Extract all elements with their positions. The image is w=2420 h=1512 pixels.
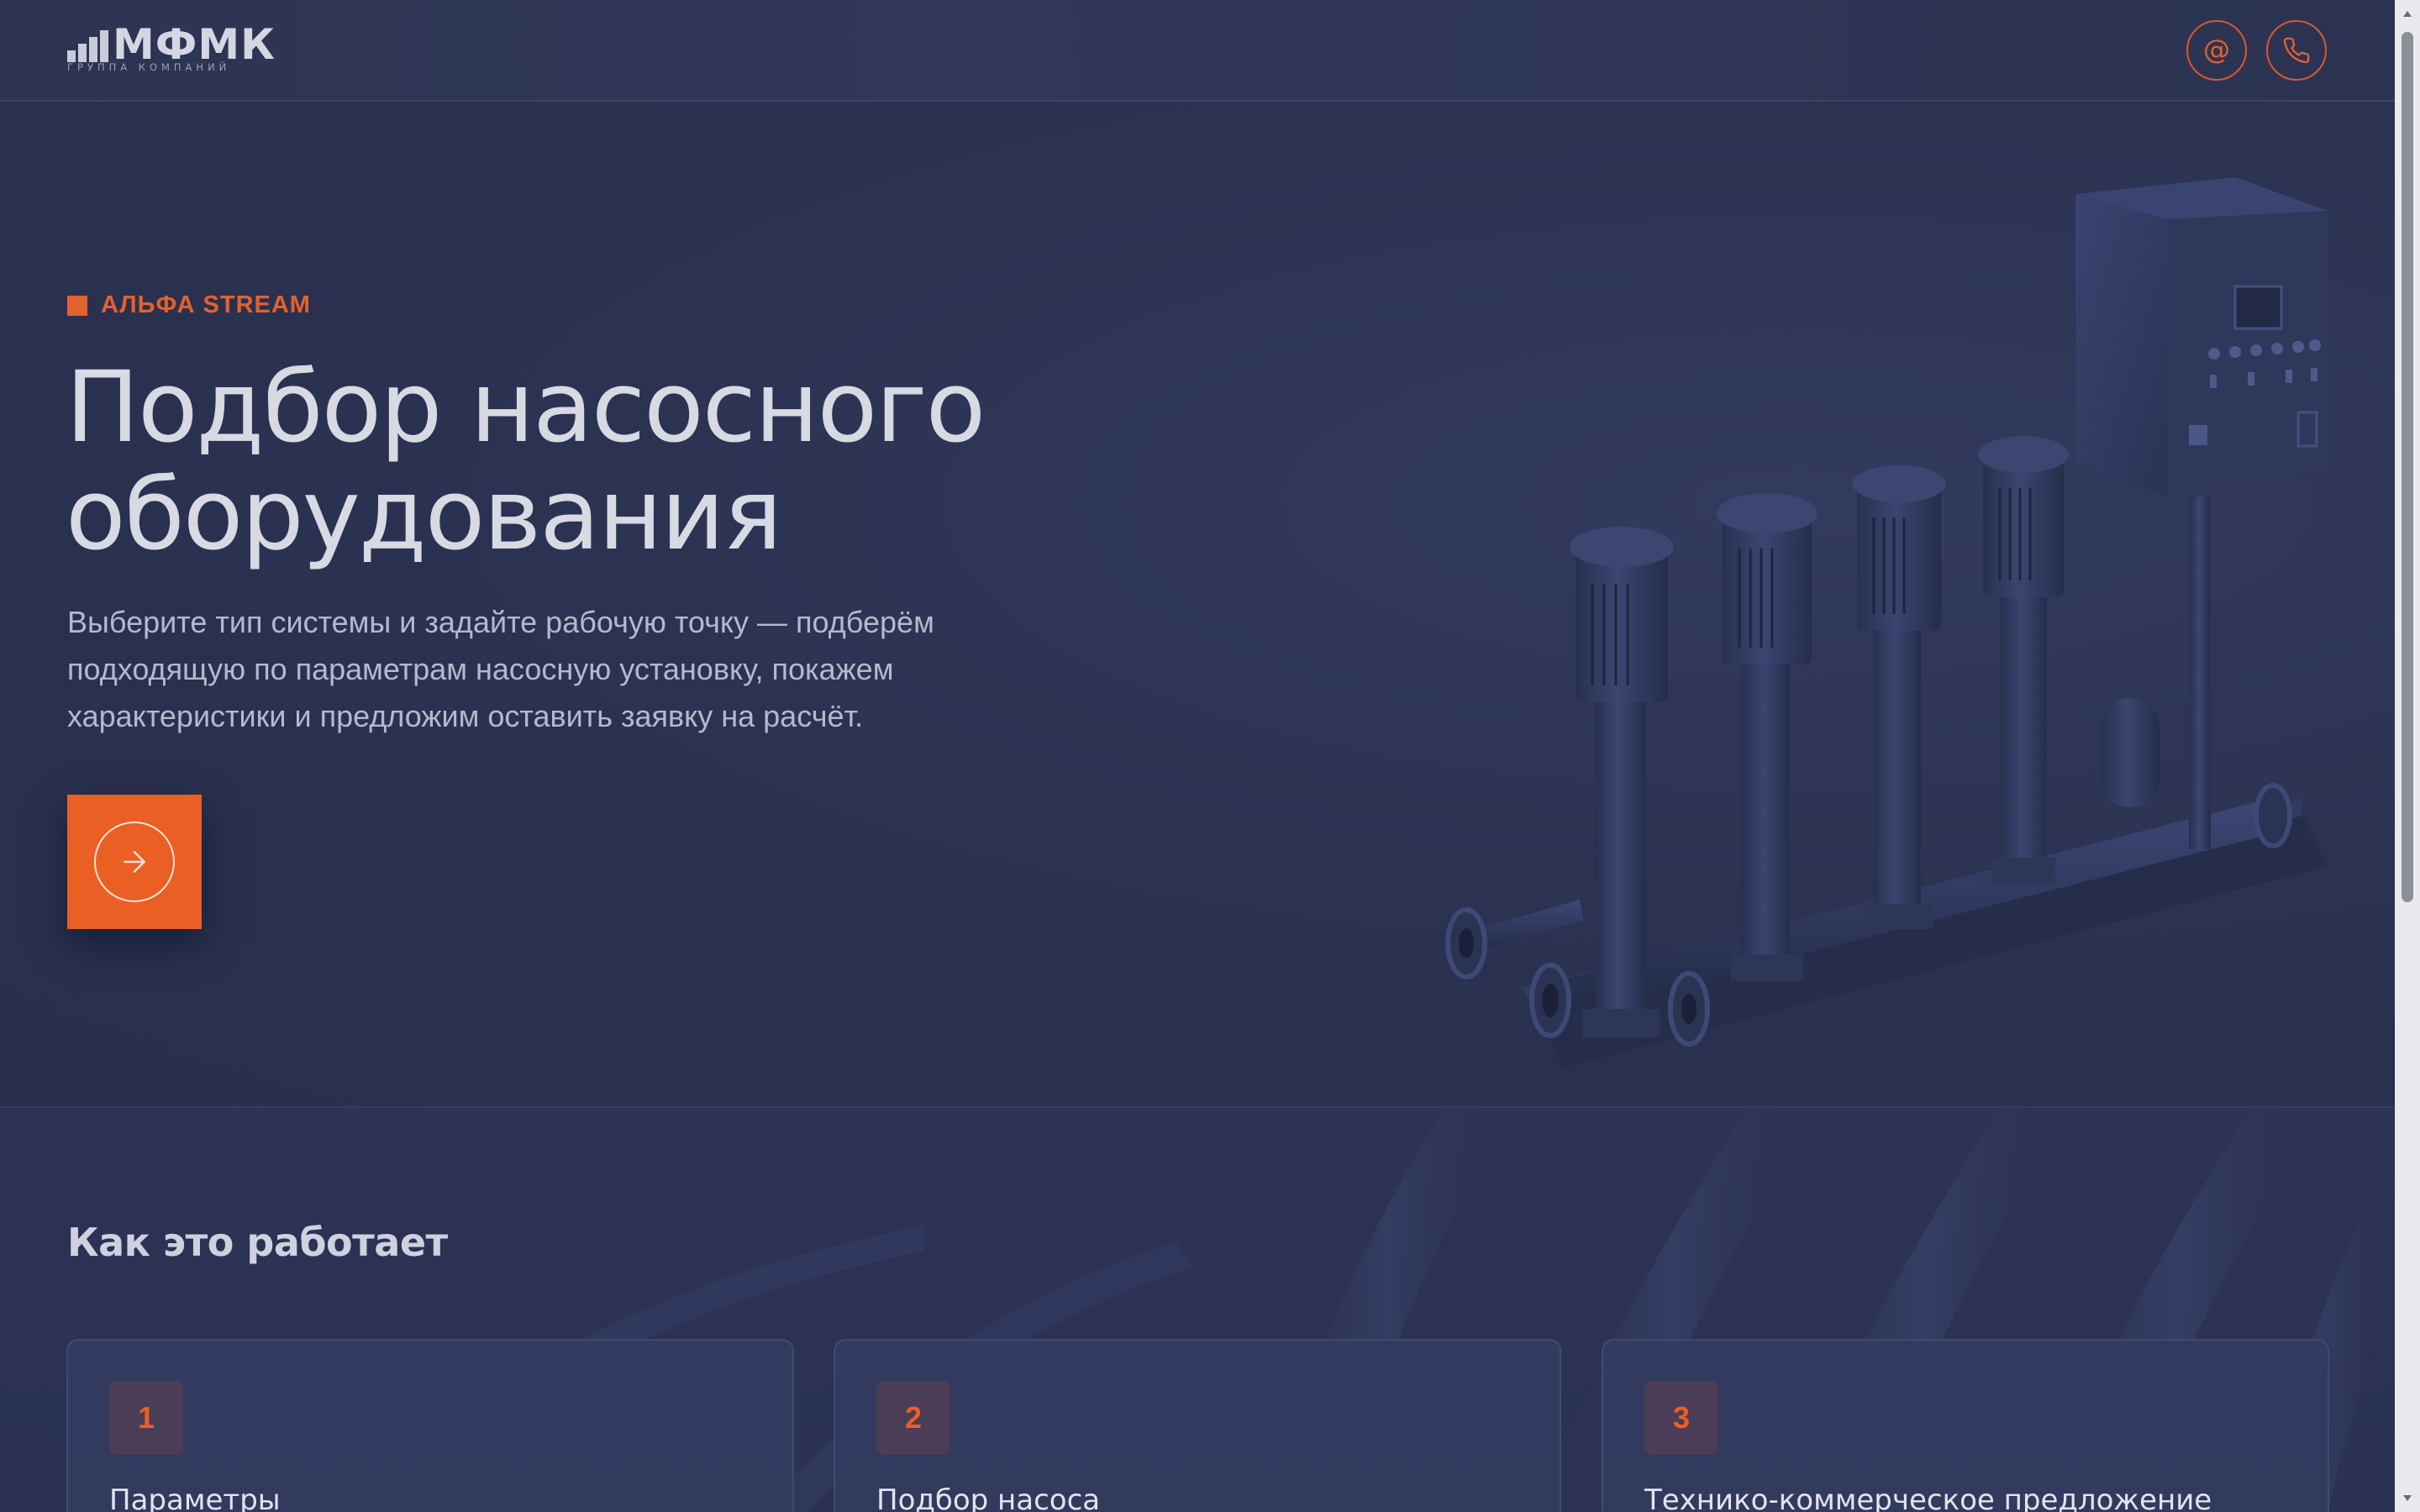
- scroll-up-arrow-icon[interactable]: [2402, 8, 2413, 20]
- title-line: оборудования: [66, 461, 1158, 569]
- step-card: 1 Параметры: [66, 1339, 794, 1512]
- step-card: 2 Подбор насоса: [834, 1339, 1561, 1512]
- hero-section: АЛЬФА STREAM Подбор насосного оборудован…: [0, 102, 2395, 1108]
- email-button[interactable]: @: [2186, 20, 2247, 81]
- page-title: Подбор насосного оборудования: [66, 354, 1158, 569]
- description-line: Выберите тип системы и задайте рабочую т…: [67, 599, 1092, 646]
- pump-station-image: [1428, 160, 2336, 1101]
- description-line: характеристики и предложим оставить заяв…: [67, 693, 1092, 740]
- phone-button[interactable]: [2266, 20, 2327, 81]
- page: МФМК ГРУППА КОМПАНИЙ @ АЛЬФА STREAM Подб…: [0, 0, 2395, 1512]
- vertical-scrollbar[interactable]: [2395, 0, 2420, 1512]
- product-tag: АЛЬФА STREAM: [67, 291, 311, 319]
- hero-description: Выберите тип системы и задайте рабочую т…: [67, 599, 1092, 740]
- step-title: Параметры: [109, 1483, 281, 1512]
- step-number: 3: [1644, 1381, 1718, 1455]
- step-title: Подбор насоса: [876, 1483, 1100, 1512]
- site-header: МФМК ГРУППА КОМПАНИЙ @: [0, 0, 2395, 102]
- title-line: Подбор насосного: [66, 354, 1158, 461]
- scrollbar-thumb[interactable]: [2402, 32, 2413, 902]
- logo-subtitle: ГРУППА КОМПАНИЙ: [67, 61, 230, 73]
- start-selection-button[interactable]: [67, 795, 202, 929]
- arrow-right-icon: [118, 845, 151, 879]
- email-icon: @: [2203, 36, 2230, 63]
- tag-square-icon: [67, 296, 87, 316]
- how-it-works-section: Как это работает 1 Параметры 2 Подбор на…: [0, 1108, 2395, 1512]
- tag-label: АЛЬФА STREAM: [101, 291, 311, 319]
- phone-icon: [2282, 36, 2311, 65]
- step-number: 1: [109, 1381, 183, 1455]
- company-logo[interactable]: МФМК ГРУППА КОМПАНИЙ: [67, 24, 277, 77]
- scroll-down-arrow-icon[interactable]: [2402, 1492, 2413, 1504]
- step-title: Технико-коммерческое предложение: [1644, 1483, 2212, 1512]
- description-line: подходящую по параметрам насосную устано…: [67, 646, 1092, 693]
- step-number: 2: [876, 1381, 950, 1455]
- section-title: Как это работает: [67, 1220, 448, 1265]
- cta-circle: [94, 822, 175, 902]
- logo-bars-icon: [67, 29, 109, 62]
- step-card: 3 Технико-коммерческое предложение: [1602, 1339, 2329, 1512]
